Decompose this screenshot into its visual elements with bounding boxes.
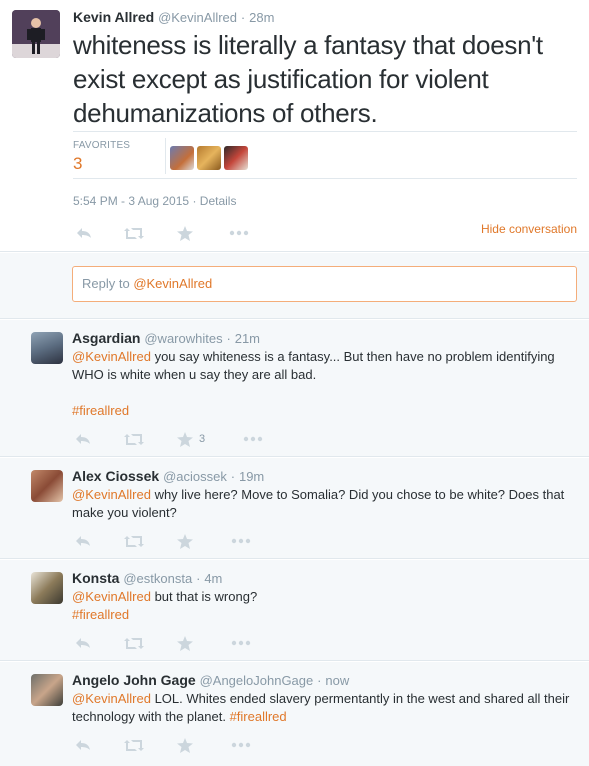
avatar[interactable] bbox=[31, 572, 63, 604]
tweet-actions bbox=[75, 532, 251, 550]
separator-dot: · bbox=[317, 673, 322, 688]
hashtag-row: #fireallred bbox=[72, 606, 572, 624]
hashtag-link[interactable]: #fireallred bbox=[230, 709, 287, 724]
tweet-actions bbox=[76, 224, 249, 242]
tweet-time[interactable]: 21m bbox=[235, 331, 260, 346]
avatar[interactable] bbox=[31, 674, 63, 706]
details-link[interactable]: Details bbox=[200, 194, 237, 208]
author-name[interactable]: Angelo John Gage bbox=[72, 672, 196, 688]
more-icon[interactable] bbox=[231, 634, 251, 652]
reply-tweet: Asgardian @warowhites · 21m @KevinAllred… bbox=[0, 320, 589, 457]
author-handle[interactable]: @estkonsta bbox=[123, 571, 192, 586]
hashtag-link[interactable]: #fireallred bbox=[72, 607, 129, 622]
tweet-timestamp-row: 5:54 PM - 3 Aug 2015 · Details bbox=[73, 194, 236, 208]
more-icon[interactable] bbox=[231, 736, 251, 754]
favorite-icon[interactable] bbox=[177, 532, 193, 550]
reply-icon[interactable] bbox=[75, 634, 91, 652]
tweet-time[interactable]: 19m bbox=[239, 469, 264, 484]
favoriter-avatar[interactable] bbox=[224, 146, 248, 170]
tweet-body: but that is wrong? bbox=[150, 589, 258, 604]
tweet-text: @KevinAllred why live here? Move to Soma… bbox=[72, 486, 572, 522]
tweet-actions bbox=[75, 634, 251, 652]
avatar[interactable] bbox=[31, 470, 63, 502]
separator-dot: · bbox=[196, 571, 201, 586]
hashtag-row: #fireallred bbox=[72, 402, 572, 420]
mention-link[interactable]: @KevinAllred bbox=[72, 487, 151, 502]
avatar-figure-icon bbox=[12, 10, 60, 58]
author-handle[interactable]: @AngeloJohnGage bbox=[200, 673, 314, 688]
author-handle[interactable]: @warowhites bbox=[144, 331, 222, 346]
tweet-time[interactable]: 4m bbox=[204, 571, 222, 586]
tweet-time[interactable]: now bbox=[325, 673, 349, 688]
more-icon[interactable] bbox=[229, 224, 249, 242]
reply-tweet: Angelo John Gage @AngeloJohnGage · now @… bbox=[0, 662, 589, 766]
favorite-icon[interactable] bbox=[177, 430, 193, 448]
favorites-label: FAVORITES bbox=[73, 140, 131, 151]
mention-link[interactable]: @KevinAllred bbox=[72, 349, 151, 364]
tweet-text: @KevinAllred you say whiteness is a fant… bbox=[72, 348, 572, 384]
retweet-icon[interactable] bbox=[123, 736, 145, 754]
retweet-icon[interactable] bbox=[123, 224, 145, 242]
retweet-icon[interactable] bbox=[123, 430, 145, 448]
tweet-text: @KevinAllred LOL. Whites ended slavery p… bbox=[72, 690, 572, 726]
favorites-count[interactable]: 3 bbox=[73, 154, 82, 174]
reply-icon[interactable] bbox=[76, 224, 92, 242]
tweet-text: whiteness is literally a fantasy that do… bbox=[73, 30, 543, 128]
favorite-count: 3 bbox=[199, 433, 206, 445]
tweet-time[interactable]: 28m bbox=[249, 10, 274, 25]
reply-bar: Reply to @KevinAllred bbox=[0, 253, 589, 319]
hide-conversation-link[interactable]: Hide conversation bbox=[481, 222, 577, 236]
favoriter-avatar[interactable] bbox=[170, 146, 194, 170]
tweet-text: @KevinAllred but that is wrong? bbox=[72, 588, 572, 606]
tweet-actions: 3 bbox=[75, 430, 263, 448]
main-tweet: Kevin Allred @KevinAllred · 28m whitenes… bbox=[0, 0, 589, 252]
hashtag-link[interactable]: #fireallred bbox=[72, 403, 129, 418]
tweet-stats: FAVORITES 3 bbox=[73, 131, 577, 179]
favorite-icon[interactable] bbox=[177, 736, 193, 754]
more-icon[interactable] bbox=[243, 430, 263, 448]
author-name[interactable]: Alex Ciossek bbox=[72, 468, 159, 484]
avatar[interactable] bbox=[12, 10, 60, 58]
favorite-icon[interactable] bbox=[177, 224, 193, 242]
tweet-actions bbox=[75, 736, 251, 754]
author-name[interactable]: Kevin Allred bbox=[73, 9, 154, 25]
reply-icon[interactable] bbox=[75, 532, 91, 550]
tweet-timestamp[interactable]: 5:54 PM - 3 Aug 2015 bbox=[73, 194, 189, 208]
separator-dot: · bbox=[192, 194, 197, 208]
mention-link[interactable]: @KevinAllred bbox=[72, 589, 151, 604]
more-icon[interactable] bbox=[231, 532, 251, 550]
retweet-icon[interactable] bbox=[123, 532, 145, 550]
separator-dot: · bbox=[240, 10, 246, 25]
author-name[interactable]: Asgardian bbox=[72, 330, 140, 346]
author-handle[interactable]: @aciossek bbox=[163, 469, 227, 484]
separator-dot: · bbox=[230, 469, 236, 484]
reply-tweet: Alex Ciossek @aciossek · 19m @KevinAllre… bbox=[0, 458, 589, 559]
avatar[interactable] bbox=[31, 332, 63, 364]
reply-mention: @KevinAllred bbox=[133, 276, 213, 291]
author-name[interactable]: Konsta bbox=[72, 570, 119, 586]
favorite-icon[interactable] bbox=[177, 634, 193, 652]
divider bbox=[165, 138, 166, 174]
reply-tweet: Konsta @estkonsta · 4m @KevinAllred but … bbox=[0, 560, 589, 661]
retweet-icon[interactable] bbox=[123, 634, 145, 652]
reply-prefix: Reply to bbox=[82, 276, 134, 291]
reply-input[interactable]: Reply to @KevinAllred bbox=[72, 266, 577, 302]
mention-link[interactable]: @KevinAllred bbox=[72, 691, 151, 706]
reply-icon[interactable] bbox=[75, 430, 91, 448]
author-handle[interactable]: @KevinAllred bbox=[158, 10, 237, 25]
separator-dot: · bbox=[226, 331, 231, 346]
reply-icon[interactable] bbox=[75, 736, 91, 754]
favoriter-avatar[interactable] bbox=[197, 146, 221, 170]
